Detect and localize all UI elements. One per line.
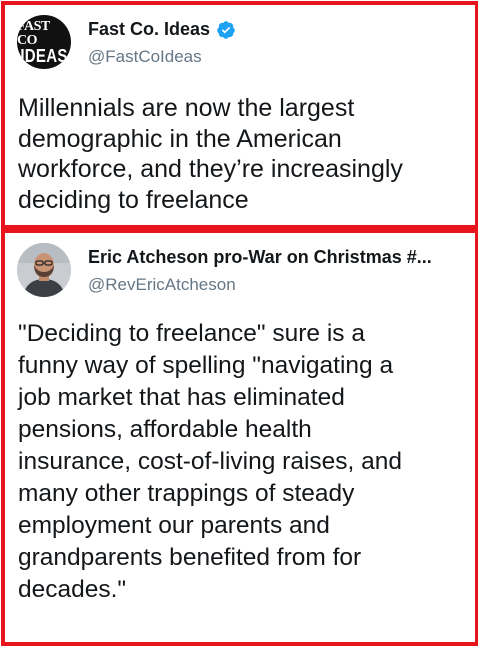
- name-row: Fast Co. Ideas: [88, 19, 236, 40]
- ideas-logo-text: IDEAS: [20, 45, 68, 68]
- avatar[interactable]: [17, 243, 71, 297]
- handle[interactable]: @RevEricAtcheson: [88, 275, 236, 295]
- tweet-text: "Deciding to freelance" sure is a funny …: [18, 320, 403, 603]
- display-name[interactable]: Fast Co. Ideas: [88, 19, 210, 40]
- tweet-text: Millennials are now the largest demograp…: [18, 94, 403, 214]
- tweet-header: Eric Atcheson pro-War on Christmas #... …: [17, 243, 467, 297]
- fast-co-logo-text: FAST CO: [17, 19, 50, 48]
- display-name[interactable]: Eric Atcheson pro-War on Christmas #...: [88, 247, 432, 268]
- handle[interactable]: @FastCoIdeas: [88, 47, 202, 67]
- verified-badge-icon: [217, 20, 235, 39]
- name-row: Eric Atcheson pro-War on Christmas #...: [88, 247, 432, 268]
- tweet-card-fastcoideas[interactable]: FAST CO IDEAS Fast Co. Ideas @FastCoIdea…: [1, 1, 478, 229]
- avatar[interactable]: FAST CO IDEAS: [17, 15, 71, 69]
- tweet-card-reveric[interactable]: Eric Atcheson pro-War on Christmas #... …: [1, 229, 478, 646]
- tweet-header: FAST CO IDEAS Fast Co. Ideas @FastCoIdea…: [17, 15, 467, 69]
- profile-photo-icon: [17, 243, 71, 297]
